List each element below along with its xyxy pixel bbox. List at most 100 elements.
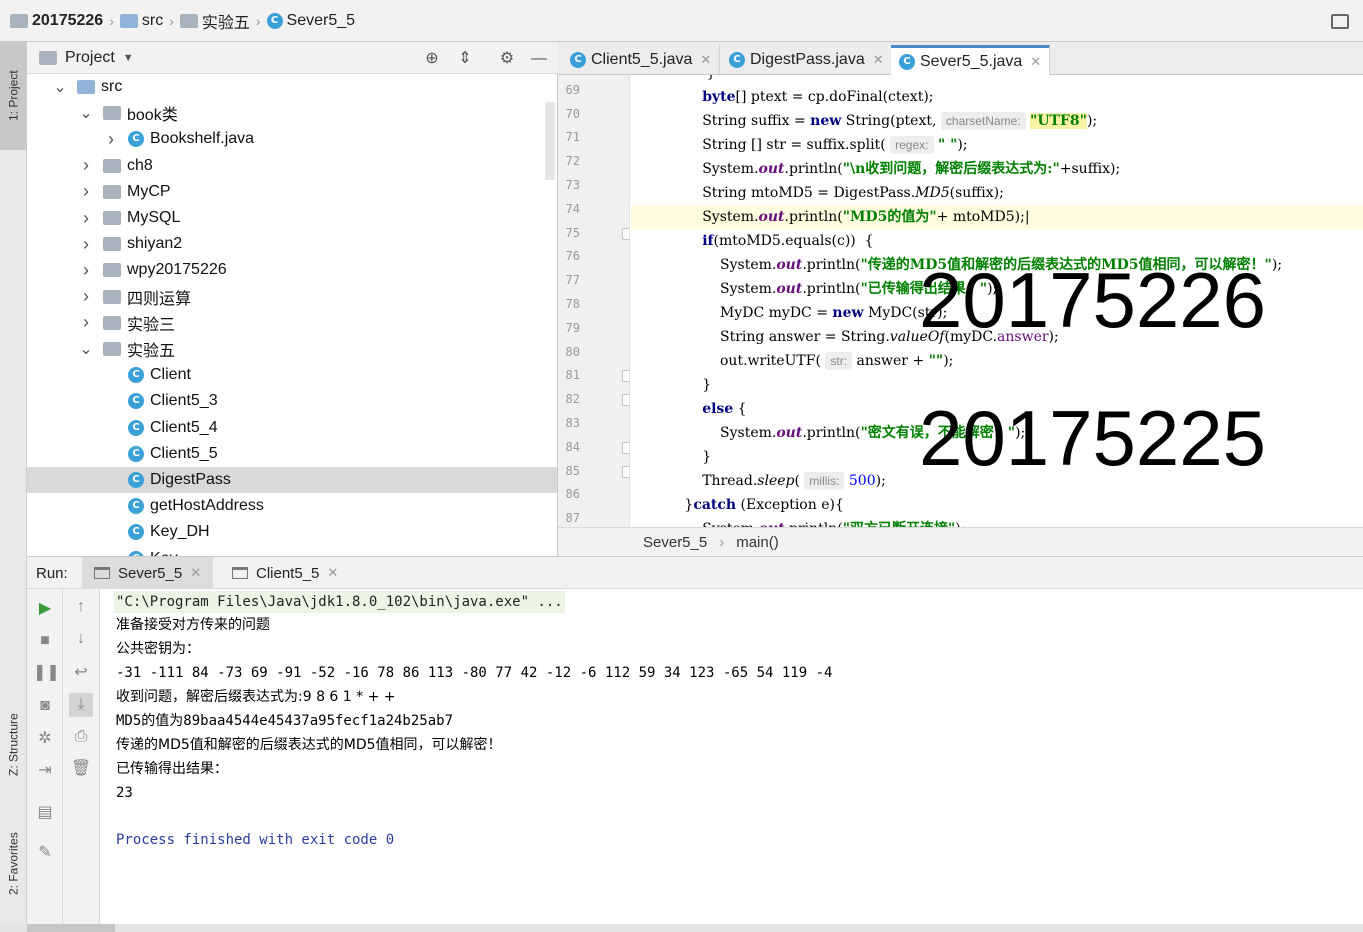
left-tool-strip: 1: Project Z: Structure 2: Favorites [0, 42, 27, 932]
tree-item[interactable]: › C Bookshelf.java [27, 126, 557, 152]
console-line: 传递的MD5值和解密的后缀表达式的MD5值相同，可以解密！ [116, 737, 502, 753]
chevron-right-icon[interactable]: › [79, 312, 93, 333]
chevron-right-icon[interactable]: › [79, 155, 93, 176]
chevron-right-icon[interactable]: › [79, 286, 93, 307]
console-line-exit: Process finished with exit code 0 [116, 832, 395, 848]
tree-item[interactable]: CgetHostAddress [27, 493, 557, 519]
tree-item[interactable]: C DigestPass [27, 467, 557, 493]
tree-item[interactable]: › shiyan2 [27, 231, 557, 257]
scroll-to-end-icon[interactable]: ⤓ [69, 693, 93, 717]
console-output[interactable]: "C:\Program Files\Java\jdk1.8.0_102\bin\… [100, 589, 1363, 925]
fold-marker-icon[interactable] [622, 394, 629, 407]
run-tab-sever5-5[interactable]: Sever5_5 ✕ [82, 557, 214, 589]
tree-item[interactable]: C Client5_4 [27, 415, 557, 441]
fold-marker-icon[interactable] [622, 441, 629, 454]
print-icon[interactable]: ⎙ [69, 725, 93, 749]
class-icon: C [128, 367, 144, 384]
soft-wrap-icon[interactable]: ↩ [69, 661, 93, 685]
locate-icon[interactable]: ⊕ [423, 50, 441, 68]
line-number: 78 [565, 297, 580, 311]
chevron-right-icon[interactable]: › [79, 260, 93, 281]
chevron-right-icon[interactable]: › [79, 181, 93, 202]
tree-item[interactable]: ⌄ src [27, 74, 557, 100]
tree-item[interactable]: › MyCP [27, 179, 557, 205]
chevron-right-icon[interactable]: › [104, 129, 118, 150]
tab-sever5-5[interactable]: C Sever5_5.java ✕ [891, 45, 1051, 75]
line-number: 70 [565, 106, 580, 121]
project-panel-title[interactable]: Project [65, 49, 115, 67]
fold-marker-icon[interactable] [622, 227, 629, 240]
run-tab-client5-5[interactable]: Client5_5 ✕ [220, 557, 350, 589]
tree-item[interactable]: › MySQL [27, 205, 557, 231]
tab-digestpass[interactable]: C DigestPass.java ✕ [721, 45, 893, 75]
editor-breadcrumb-method[interactable]: main() [736, 534, 779, 551]
arrow-down-icon[interactable]: ↓ [69, 627, 93, 651]
chevron-right-icon[interactable]: › [79, 234, 93, 255]
chevron-down-icon[interactable]: ⌄ [53, 77, 67, 97]
close-icon[interactable]: ✕ [190, 565, 201, 581]
close-icon[interactable]: ✕ [873, 52, 884, 68]
breadcrumb-separator: › [719, 533, 725, 551]
project-tool-tab[interactable]: 1: Project [0, 42, 27, 150]
package-icon [103, 315, 121, 330]
gear-icon[interactable]: ⚙ [498, 50, 516, 68]
class-icon: C [128, 419, 144, 436]
layout-icon[interactable]: ▤ [33, 801, 57, 825]
editor-breadcrumb: Sever5_5 › main() [558, 527, 1363, 556]
tree-item[interactable]: › ch8 [27, 153, 557, 179]
tree-item[interactable]: › wpy20175226 [27, 257, 557, 283]
breadcrumb-file[interactable]: C Sever5_5 [266, 12, 355, 30]
code-line: if(mtoMD5.equals(c)) { [702, 233, 874, 249]
line-number: 74 [565, 201, 580, 216]
project-scrollbar[interactable] [545, 102, 555, 180]
hide-panel-icon[interactable]: — [530, 50, 548, 68]
breadcrumb-separator: › [109, 12, 114, 29]
collapse-all-icon[interactable]: ⇕ [456, 50, 474, 68]
login-icon[interactable]: ⇥ [33, 759, 57, 783]
chevron-right-icon[interactable]: › [79, 208, 93, 229]
settings-icon[interactable]: ✲ [33, 727, 57, 751]
run-tab-label: Client5_5 [256, 564, 320, 582]
scrollbar-thumb[interactable] [27, 924, 115, 932]
tree-item[interactable]: C Client5_5 [27, 441, 557, 467]
tree-item[interactable]: ⌄ 实验五 [27, 336, 557, 362]
favorites-tool-tab[interactable]: 2: Favorites [0, 814, 27, 914]
console-line: 已传输得出结果： [116, 761, 228, 777]
project-panel-header: Project ▼ ⊕ ⇕ ⚙ — [27, 42, 558, 74]
class-icon: C [899, 53, 915, 70]
arrow-up-icon[interactable]: ↑ [69, 595, 93, 619]
structure-tool-tab[interactable]: Z: Structure [0, 690, 27, 800]
tree-item[interactable]: C Client [27, 362, 557, 388]
chevron-down-icon[interactable]: ⌄ [79, 103, 93, 123]
breadcrumb-package[interactable]: 实验五 [179, 9, 250, 33]
code-area[interactable]: } byte[] ptext = cp.doFinal(ctext); Stri… [631, 75, 1363, 527]
close-icon[interactable]: ✕ [1030, 54, 1041, 70]
camera-icon[interactable]: ◙ [33, 694, 57, 718]
tree-item-label: src [101, 78, 123, 95]
tree-item[interactable]: › 四则运算 [27, 284, 557, 310]
close-icon[interactable]: ✕ [327, 565, 338, 581]
trash-icon[interactable]: 🗑 [69, 757, 93, 781]
fold-marker-icon[interactable] [622, 370, 629, 383]
breadcrumb-project[interactable]: 20175226 [10, 12, 103, 30]
tree-item[interactable]: C Client5_3 [27, 388, 557, 414]
code-line: System.out.println("\n收到问题，解密后缀表达式为:"+su… [631, 161, 1121, 177]
horizontal-scrollbar[interactable] [0, 924, 1363, 932]
tree-item-label: Client5_4 [150, 418, 218, 436]
pause-icon[interactable]: ❚❚ [33, 661, 60, 685]
pin-icon[interactable]: ✎ [33, 841, 57, 865]
fold-marker-icon[interactable] [622, 465, 629, 478]
tab-client5-5[interactable]: C Client5_5.java ✕ [562, 45, 721, 75]
breadcrumb-src[interactable]: src [119, 12, 163, 30]
chevron-down-icon[interactable]: ▼ [123, 52, 134, 64]
tree-item[interactable]: ⌄ book类 [27, 100, 557, 126]
rerun-icon[interactable]: ▶ [33, 597, 57, 621]
close-icon[interactable]: ✕ [700, 52, 711, 68]
tree-item[interactable]: › 实验三 [27, 310, 557, 336]
stop-icon[interactable]: ■ [33, 629, 57, 653]
tree-item-label: 实验三 [127, 316, 176, 334]
chevron-down-icon[interactable]: ⌄ [79, 339, 93, 359]
tree-item[interactable]: C Key_DH [27, 519, 557, 545]
window-layout-icon[interactable] [1331, 14, 1349, 29]
editor-breadcrumb-class[interactable]: Sever5_5 [643, 534, 707, 551]
